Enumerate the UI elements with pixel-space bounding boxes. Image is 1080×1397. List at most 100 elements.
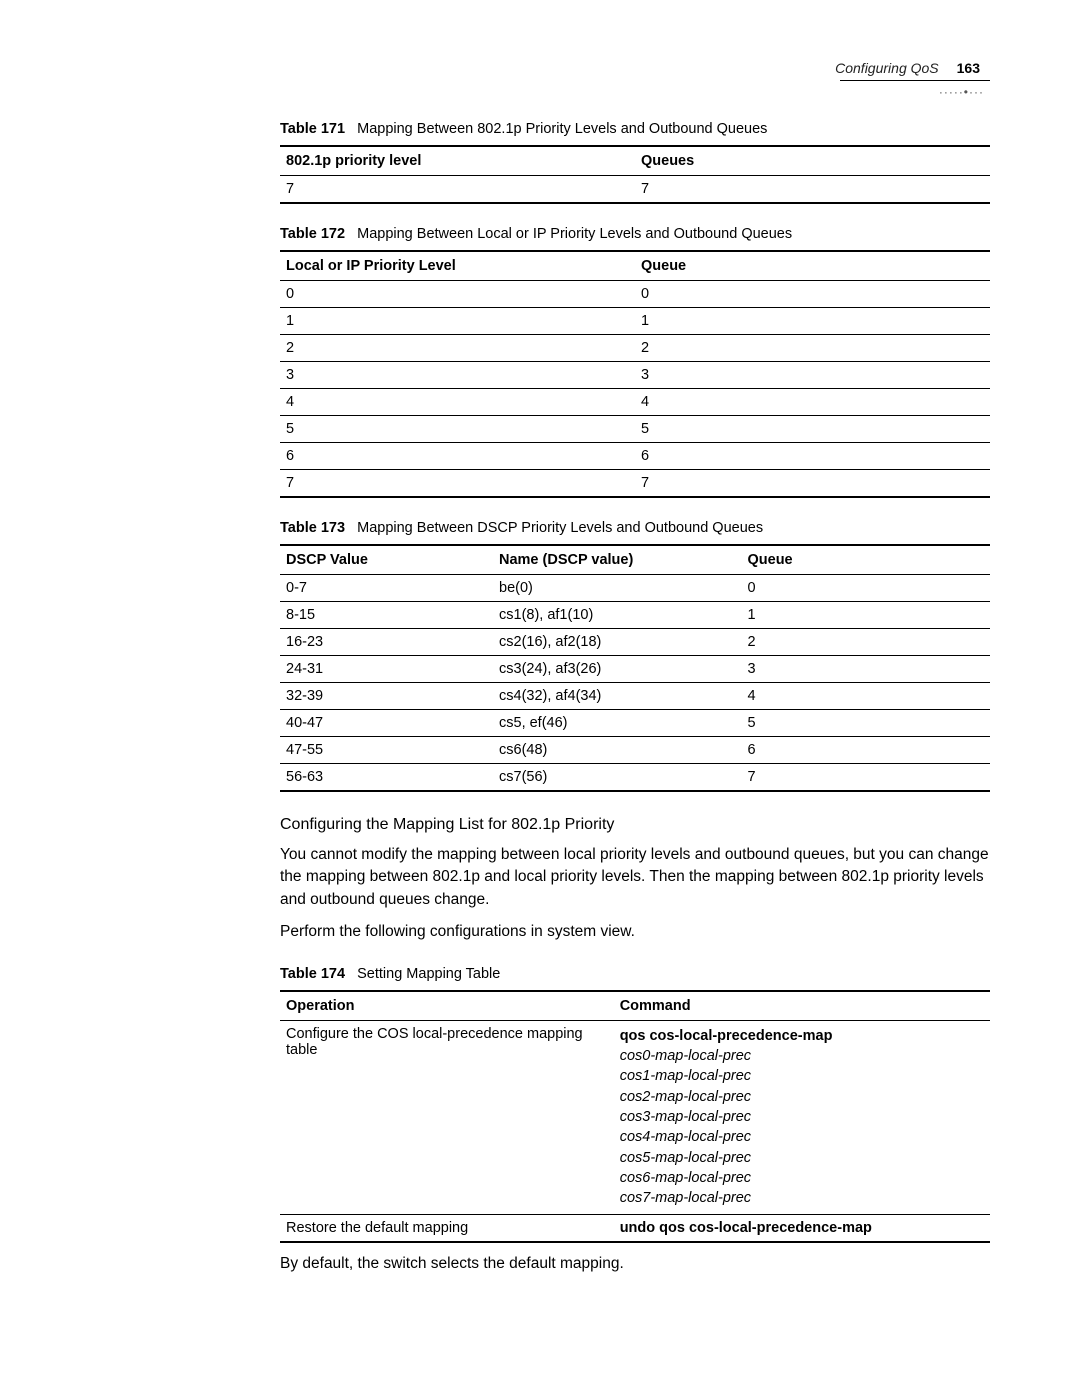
- table172-h1: Queue: [635, 251, 990, 281]
- table-row: Configure the COS local-precedence mappi…: [280, 1020, 990, 1214]
- header-line: Configuring QoS 163: [90, 60, 990, 76]
- table174-h0: Operation: [280, 991, 614, 1021]
- table-row: 33: [280, 362, 990, 389]
- table172-text: Mapping Between Local or IP Priority Lev…: [357, 226, 792, 242]
- cell: 16-23: [280, 629, 493, 656]
- table172-label: Table 172: [280, 226, 345, 242]
- cell: 0: [635, 281, 990, 308]
- table-row: 55: [280, 416, 990, 443]
- cell: 7: [280, 470, 635, 498]
- table-row: 56-63cs7(56)7: [280, 764, 990, 792]
- page: Configuring QoS 163 ·····•··· Table 171 …: [0, 0, 1080, 1397]
- table174-label: Table 174: [280, 966, 345, 982]
- command-arg: cos0-map-local-prec: [620, 1046, 984, 1066]
- table172: Local or IP Priority Level Queue 00 11 2…: [280, 250, 990, 498]
- header-rule: ·····•···: [90, 80, 990, 81]
- command-arg: cos1-map-local-prec: [620, 1066, 984, 1086]
- cell: 5: [635, 416, 990, 443]
- cell: 56-63: [280, 764, 493, 792]
- table-row: 47-55cs6(48)6: [280, 737, 990, 764]
- header-section-title: Configuring QoS: [835, 60, 939, 76]
- section-heading: Configuring the Mapping List for 802.1p …: [280, 816, 990, 834]
- table173-label: Table 173: [280, 520, 345, 536]
- table171-label: Table 171: [280, 121, 345, 137]
- cell: 7: [280, 176, 635, 204]
- paragraph: Perform the following configurations in …: [280, 921, 990, 943]
- page-header: Configuring QoS 163 ·····•···: [90, 60, 990, 81]
- cell: cs6(48): [493, 737, 742, 764]
- dot-icon: ·····•···: [939, 85, 984, 99]
- cell: Restore the default mapping: [280, 1214, 614, 1242]
- table171: 802.1p priority level Queues 7 7: [280, 145, 990, 204]
- cell: 4: [635, 389, 990, 416]
- table-row: 22: [280, 335, 990, 362]
- table-row: 66: [280, 443, 990, 470]
- table173-caption: Table 173 Mapping Between DSCP Priority …: [280, 520, 990, 536]
- header-rule-line: ·····•···: [840, 80, 990, 81]
- cell: cs1(8), af1(10): [493, 602, 742, 629]
- cell: be(0): [493, 575, 742, 602]
- table174: Operation Command Configure the COS loca…: [280, 990, 990, 1243]
- cell: 7: [635, 176, 990, 204]
- table174-h1: Command: [614, 991, 990, 1021]
- cell: cs5, ef(46): [493, 710, 742, 737]
- command-arg: cos3-map-local-prec: [620, 1107, 984, 1127]
- cell: 47-55: [280, 737, 493, 764]
- table-row: 77: [280, 470, 990, 498]
- table172-caption: Table 172 Mapping Between Local or IP Pr…: [280, 226, 990, 242]
- table171-h0: 802.1p priority level: [280, 146, 635, 176]
- cell: 2: [742, 629, 991, 656]
- cell: 3: [280, 362, 635, 389]
- command-arg: cos6-map-local-prec: [620, 1168, 984, 1188]
- table173: DSCP Value Name (DSCP value) Queue 0-7be…: [280, 544, 990, 792]
- paragraph: You cannot modify the mapping between lo…: [280, 844, 990, 911]
- cell: 7: [635, 470, 990, 498]
- cell: cs3(24), af3(26): [493, 656, 742, 683]
- cell: 3: [742, 656, 991, 683]
- table-row: 7 7: [280, 176, 990, 204]
- paragraph: By default, the switch selects the defau…: [280, 1253, 990, 1275]
- cell: cs4(32), af4(34): [493, 683, 742, 710]
- command-bold: undo qos cos-local-precedence-map: [620, 1220, 872, 1236]
- table-row: Restore the default mapping undo qos cos…: [280, 1214, 990, 1242]
- table-row: 00: [280, 281, 990, 308]
- cell: 1: [742, 602, 991, 629]
- table-row: 24-31cs3(24), af3(26)3: [280, 656, 990, 683]
- table-row: 32-39cs4(32), af4(34)4: [280, 683, 990, 710]
- cell: 4: [280, 389, 635, 416]
- table-row: 44: [280, 389, 990, 416]
- table-row: 40-47cs5, ef(46)5: [280, 710, 990, 737]
- cell: 0: [280, 281, 635, 308]
- cell: 0: [742, 575, 991, 602]
- cell: 6: [280, 443, 635, 470]
- table174-text: Setting Mapping Table: [357, 966, 500, 982]
- command-arg: cos4-map-local-prec: [620, 1127, 984, 1147]
- cell: qos cos-local-precedence-map cos0-map-lo…: [614, 1020, 990, 1214]
- command-bold: qos cos-local-precedence-map: [620, 1026, 984, 1046]
- table-row: 16-23cs2(16), af2(18)2: [280, 629, 990, 656]
- cell: 6: [635, 443, 990, 470]
- cell: undo qos cos-local-precedence-map: [614, 1214, 990, 1242]
- command-arg: cos2-map-local-prec: [620, 1087, 984, 1107]
- cell: cs2(16), af2(18): [493, 629, 742, 656]
- table173-h1: Name (DSCP value): [493, 545, 742, 575]
- table173-h0: DSCP Value: [280, 545, 493, 575]
- table-row: 8-15cs1(8), af1(10)1: [280, 602, 990, 629]
- cell: 8-15: [280, 602, 493, 629]
- table173-h2: Queue: [742, 545, 991, 575]
- cell: 7: [742, 764, 991, 792]
- cell: 2: [280, 335, 635, 362]
- cell: 3: [635, 362, 990, 389]
- cell: 2: [635, 335, 990, 362]
- cell: cs7(56): [493, 764, 742, 792]
- cell: 5: [742, 710, 991, 737]
- table172-h0: Local or IP Priority Level: [280, 251, 635, 281]
- cell: 1: [280, 308, 635, 335]
- table171-text: Mapping Between 802.1p Priority Levels a…: [357, 121, 767, 137]
- cell: 5: [280, 416, 635, 443]
- cell: 0-7: [280, 575, 493, 602]
- table-row: 11: [280, 308, 990, 335]
- table173-text: Mapping Between DSCP Priority Levels and…: [357, 520, 763, 536]
- cell: 40-47: [280, 710, 493, 737]
- cell: Configure the COS local-precedence mappi…: [280, 1020, 614, 1214]
